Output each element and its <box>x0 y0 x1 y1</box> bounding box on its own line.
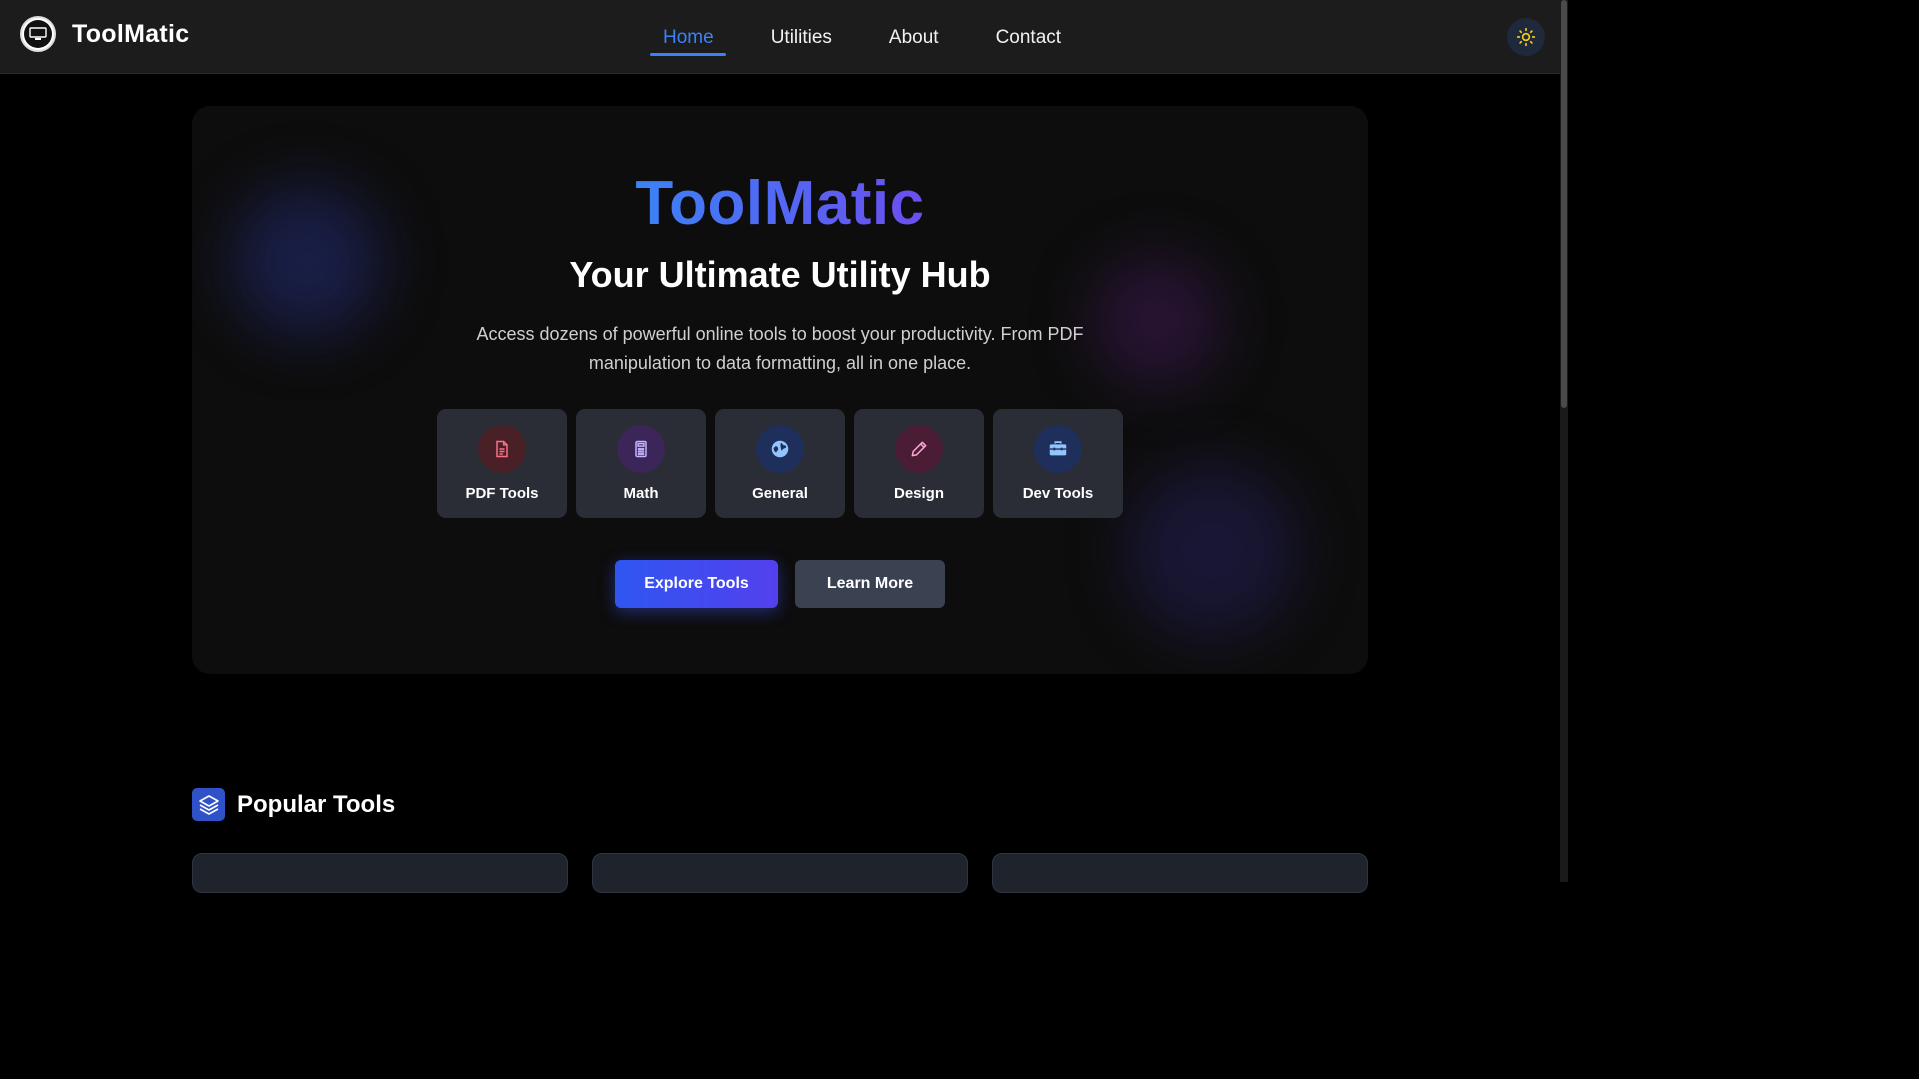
nav-about[interactable]: About <box>889 0 939 73</box>
category-label: Math <box>623 485 659 502</box>
category-list: PDF Tools Math General Design Dev Tools <box>437 409 1132 518</box>
logo <box>20 16 56 52</box>
popular-tools-heading: Popular Tools <box>192 788 395 821</box>
tool-card[interactable] <box>592 853 968 893</box>
hero-title: ToolMatic <box>635 169 925 238</box>
category-label: Dev Tools <box>1022 485 1094 502</box>
category-label: PDF Tools <box>465 485 539 502</box>
learn-more-button[interactable]: Learn More <box>795 560 945 608</box>
section-title: Popular Tools <box>237 790 396 818</box>
main-nav: Home Utilities About Contact <box>650 0 1118 73</box>
document-icon <box>478 425 526 473</box>
category-dev-tools[interactable]: Dev Tools <box>993 409 1123 518</box>
explore-tools-button[interactable]: Explore Tools <box>615 560 778 608</box>
sun-icon <box>1516 27 1536 47</box>
tool-card[interactable] <box>992 853 1368 893</box>
hero-subtitle: Your Ultimate Utility Hub <box>569 254 991 295</box>
category-label: Design <box>893 485 944 502</box>
hero-section: ToolMatic Your Ultimate Utility Hub Acce… <box>192 106 1368 674</box>
category-design[interactable]: Design <box>854 409 984 518</box>
layers-icon <box>192 788 225 821</box>
calculator-icon <box>617 425 665 473</box>
category-pdf-tools[interactable]: PDF Tools <box>437 409 567 518</box>
category-general[interactable]: General <box>715 409 845 518</box>
tool-card[interactable] <box>192 853 568 893</box>
pencil-icon <box>895 425 943 473</box>
nav-contact[interactable]: Contact <box>996 0 1061 73</box>
brand[interactable]: ToolMatic <box>20 16 190 52</box>
decorative-glow <box>1127 466 1297 636</box>
theme-toggle-button[interactable] <box>1507 18 1545 56</box>
toolbox-icon <box>1034 425 1082 473</box>
nav-utilities[interactable]: Utilities <box>771 0 832 73</box>
category-math[interactable]: Math <box>576 409 706 518</box>
nav-home[interactable]: Home <box>650 0 726 73</box>
category-label: General <box>752 485 808 502</box>
globe-icon <box>756 425 804 473</box>
top-navbar: ToolMatic Home Utilities About Contact <box>0 0 1560 74</box>
scrollbar-thumb[interactable] <box>1561 0 1567 408</box>
hero-description: Access dozens of powerful online tools t… <box>476 324 1084 373</box>
brand-name: ToolMatic <box>72 19 190 48</box>
